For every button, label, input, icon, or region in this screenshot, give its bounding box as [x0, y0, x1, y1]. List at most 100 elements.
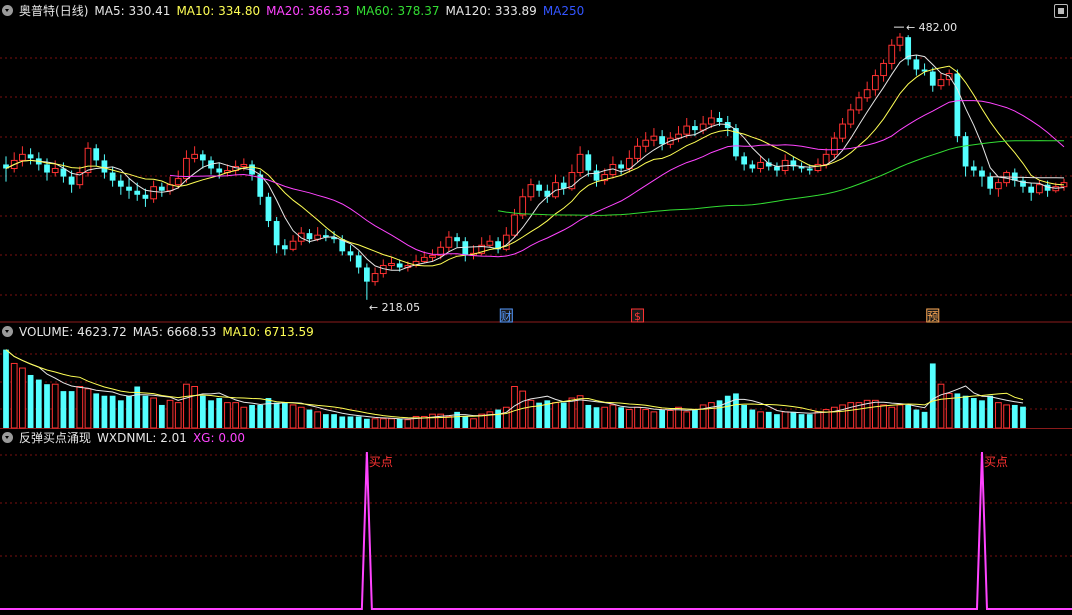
candle-body [707, 117, 715, 125]
volume-bar [44, 384, 50, 428]
volume-bar [101, 395, 108, 428]
candle-body [1036, 184, 1043, 194]
candle-body [126, 186, 132, 191]
volume-bar [183, 383, 190, 429]
volume-bar [675, 406, 682, 429]
volume-bar [962, 395, 969, 428]
volume-bar [593, 407, 600, 428]
volume-bar [601, 406, 609, 429]
candle-body [536, 184, 542, 191]
buy-signal-label: 买点 [369, 455, 393, 469]
candle-body [445, 236, 453, 248]
volume-bar [683, 411, 691, 429]
ma60-line [498, 140, 1065, 216]
volume-bar [265, 398, 272, 428]
candle-body [297, 232, 305, 242]
candle-body [158, 186, 165, 191]
volume-bar [297, 406, 305, 429]
candle-body [1028, 186, 1035, 193]
candle-body [355, 255, 362, 268]
volume-bar [126, 395, 132, 428]
candle-body [576, 153, 584, 174]
candle-body [240, 163, 248, 167]
candle-body [117, 180, 124, 187]
volume-bar [462, 416, 469, 428]
volume-bar [150, 397, 157, 429]
volume-bar [913, 409, 920, 428]
candle-body [51, 167, 59, 174]
volume-bar [208, 400, 214, 428]
candle-body [396, 263, 403, 268]
candle-body [265, 196, 272, 222]
volume-bar [117, 400, 124, 428]
candle-body [806, 168, 813, 171]
candle-body [954, 73, 961, 137]
candle-body [199, 154, 206, 161]
event-tag-label: 财 [501, 309, 512, 323]
candle-body [44, 164, 50, 173]
candle-body [134, 190, 141, 195]
volume-bar [921, 411, 928, 428]
volume-bar [93, 393, 100, 428]
candle-body [347, 251, 354, 256]
candle-body [913, 59, 920, 70]
volume-bar [806, 414, 813, 428]
volume-bar [880, 404, 887, 429]
volume-bar [363, 418, 370, 428]
candle-body [896, 36, 904, 46]
volume-bar [790, 411, 797, 428]
candle-body [281, 245, 288, 250]
volume-bar [585, 404, 592, 428]
volume-bar [666, 409, 674, 429]
buy-signal-label: 买点 [984, 455, 1008, 469]
volume-bar [240, 406, 248, 429]
candle-body [273, 221, 280, 246]
candle-body [388, 262, 395, 266]
candle-body [995, 182, 1002, 190]
volume-bar [929, 363, 936, 428]
volume-bar [396, 418, 403, 428]
volume-bar [716, 400, 723, 428]
volume-bar [249, 404, 255, 428]
volume-bar [347, 416, 354, 428]
event-tag-label: $ [634, 310, 641, 323]
candle-body [93, 148, 100, 161]
candle-body [527, 184, 535, 198]
volume-bar [379, 418, 387, 429]
volume-bar [733, 393, 739, 428]
volume-bar [954, 393, 961, 428]
volume-bar [774, 414, 780, 428]
volume-bar [724, 395, 731, 428]
candle-body [642, 139, 650, 147]
volume-bar [3, 349, 9, 428]
volume-bar [1011, 404, 1018, 428]
candle-body [174, 178, 182, 186]
volume-bar [527, 399, 535, 429]
stock-chart[interactable]: ← 482.00 ← 218.05 财 $ 预买点 买点 [0, 0, 1072, 615]
volume-bar [609, 404, 617, 429]
volume-bar [174, 402, 182, 429]
volume-bar [757, 411, 764, 429]
candle-body [757, 161, 764, 169]
volume-bar [987, 395, 994, 428]
candle-body [618, 164, 624, 169]
volume-bar [19, 367, 26, 429]
volume-bar [388, 418, 395, 429]
volume-bar [659, 409, 665, 428]
volume-bar [224, 402, 231, 429]
volume-bar [650, 411, 658, 429]
candle-body [979, 170, 985, 177]
volume-bar [232, 402, 240, 429]
volume-bar [642, 409, 650, 429]
volume-bar [331, 414, 337, 428]
candle-body [306, 233, 313, 240]
candle-body [289, 240, 297, 250]
candle-body [109, 172, 116, 181]
volume-bar [905, 404, 912, 428]
volume-bar [979, 400, 985, 428]
candle-body [634, 145, 641, 159]
candle-body [716, 117, 723, 123]
candle-body [888, 44, 896, 64]
high-price-label: ← 482.00 [906, 21, 957, 34]
volume-bar [281, 402, 288, 428]
